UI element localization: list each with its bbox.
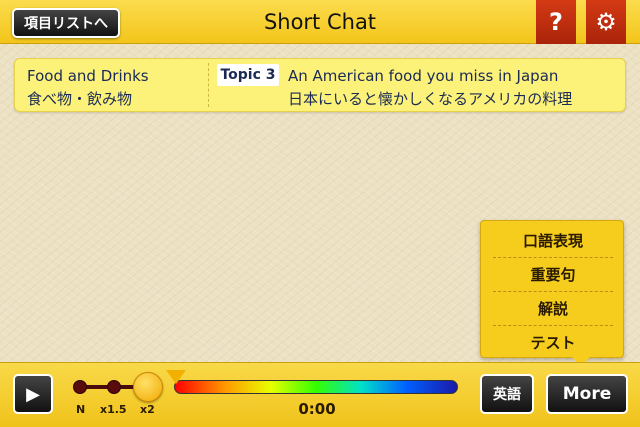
gear-icon[interactable]: ⚙ — [586, 0, 626, 44]
category-en: Food and Drinks — [27, 67, 149, 85]
more-button[interactable]: More — [546, 374, 628, 414]
english-toggle-button[interactable]: 英語 — [480, 374, 534, 414]
topic-badge: Topic 3 — [217, 64, 279, 86]
menu-item-test[interactable]: テスト — [481, 325, 625, 359]
progress-marker[interactable] — [166, 370, 186, 384]
back-to-list-button[interactable]: 項目リストへ — [12, 8, 120, 38]
topic-title-en: An American food you miss in Japan — [288, 67, 559, 85]
help-icon[interactable]: ? — [536, 0, 576, 44]
speed-label-2: x2 — [140, 403, 155, 416]
play-button[interactable]: ▶ — [13, 374, 53, 414]
topic-panel: Food and Drinks 食べ物・飲み物 Topic 3 An Ameri… — [14, 58, 626, 112]
progress-bar[interactable] — [174, 380, 458, 394]
speed-label-normal: N — [76, 403, 86, 416]
menu-item-colloquial[interactable]: 口語表現 — [481, 223, 625, 257]
speed-selector-knob[interactable] — [133, 372, 163, 402]
page-title: Short Chat — [263, 10, 377, 34]
more-menu: 口語表現 重要句 解説 テスト — [480, 220, 624, 358]
topic-title-ja: 日本にいると懐かしくなるアメリカの料理 — [288, 90, 573, 108]
speed-label-1-5: x1.5 — [100, 403, 127, 416]
category-ja: 食べ物・飲み物 — [27, 90, 133, 108]
time-display: 0:00 — [298, 400, 336, 418]
speed-option-1-5[interactable] — [107, 380, 121, 394]
speed-option-normal[interactable] — [73, 380, 87, 394]
divider — [208, 63, 209, 107]
menu-item-key-phrases[interactable]: 重要句 — [481, 257, 625, 291]
menu-item-explanation[interactable]: 解説 — [481, 291, 625, 325]
